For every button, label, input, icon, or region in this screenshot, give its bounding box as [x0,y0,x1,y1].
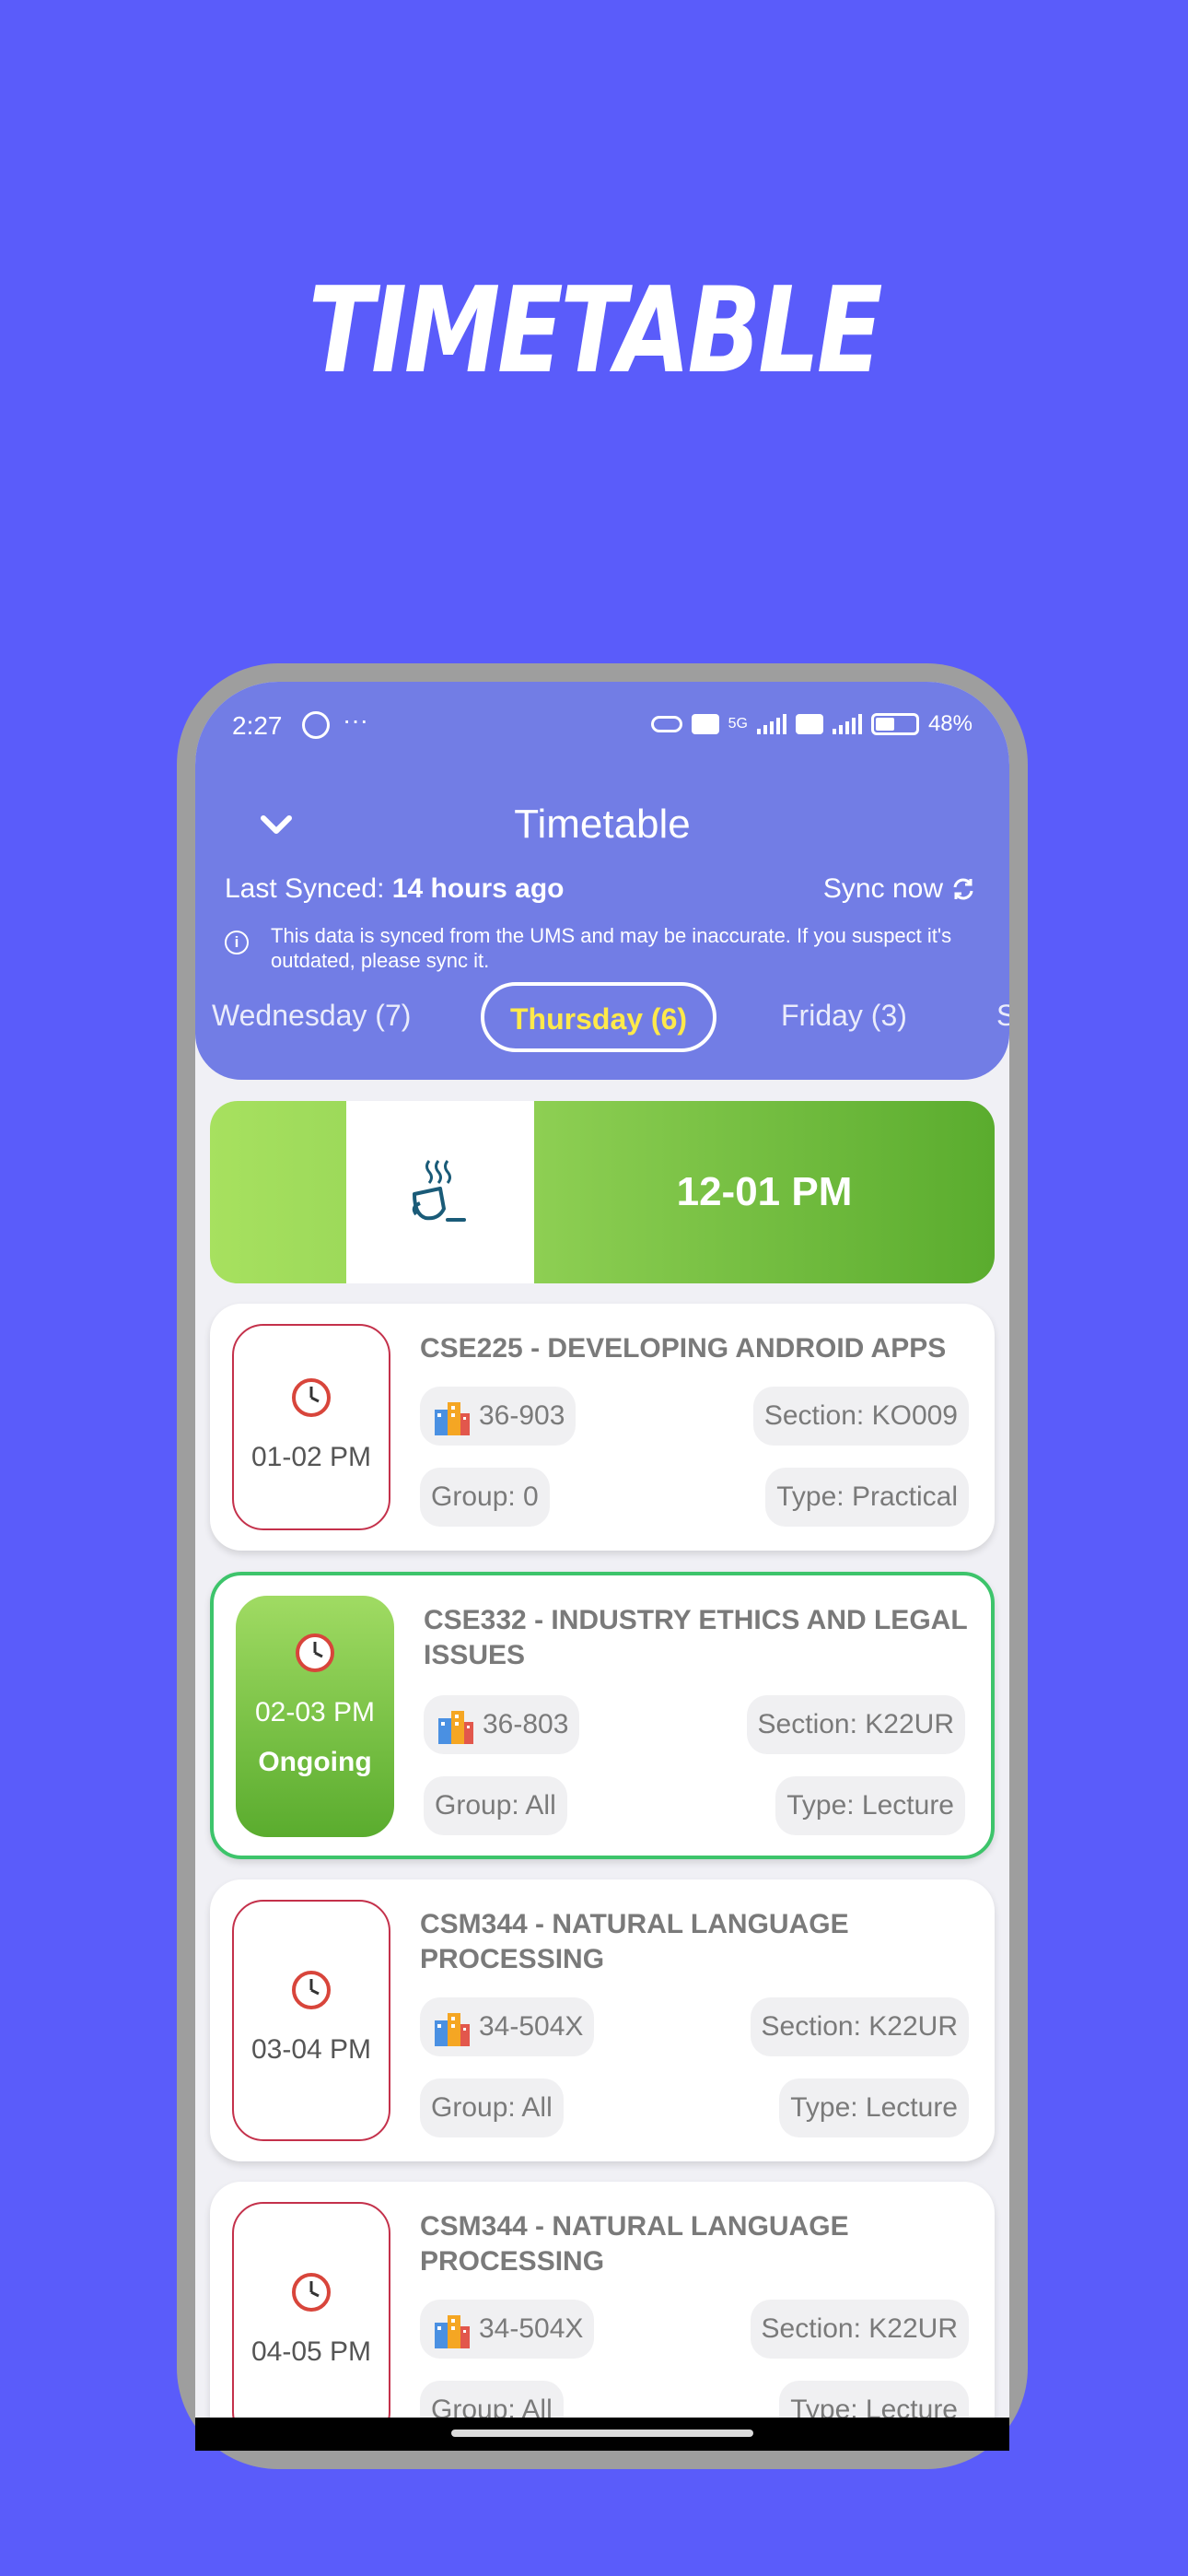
room-chip: 34-504X [420,1997,595,2056]
class-card[interactable]: 03-04 PM CSM344 - NATURAL LANGUAGE PROCE… [210,1879,995,2161]
building-icon [435,2315,470,2349]
tab-wednesday[interactable]: Wednesday (7) [212,982,411,1052]
app-screen: 2:27 ··· 5G 48% Timetable Last Synced: 1… [195,682,1009,2451]
section-chip: Section: KO009 [752,1387,969,1446]
battery-level: 48% [927,711,973,736]
time-box: 01-02 PM [232,1324,390,1530]
coffee-icon [412,1160,466,1222]
room-number: 36-803 [483,1709,569,1739]
building-icon [435,2013,470,2047]
section-chip: Section: K22UR [746,1695,965,1754]
time-box: 02-03 PM Ongoing [236,1596,394,1837]
type-chip: Type: Practical [765,1468,969,1527]
section-chip: Section: K22UR [750,1997,969,2056]
course-title: CSM344 - NATURAL LANGUAGE PROCESSING [420,2211,849,2277]
clock-icon [296,1633,334,1672]
clock-icon [292,1378,331,1417]
type-chip: Type: Lecture [779,2078,969,2137]
day-tabs: Wednesday (7) Thursday (6) Friday (3) S [195,982,1009,1052]
sync-now-button[interactable]: Sync now [823,873,976,905]
clock-icon [292,2273,331,2312]
time-box: 03-04 PM [232,1900,390,2141]
break-time: 12-01 PM [676,1169,853,1214]
building-icon [438,1711,473,1745]
status-bar: 2:27 ··· 5G 48% [232,706,973,743]
home-indicator[interactable] [451,2430,753,2437]
status-icons: 5G 48% [650,711,973,737]
class-card[interactable]: 01-02 PM CSE225 - DEVELOPING ANDROID APP… [210,1304,995,1551]
group-chip: Group: All [420,2078,564,2137]
tab-thursday[interactable]: Thursday (6) [481,982,717,1052]
sync-disclaimer: This data is synced from the UMS and may… [271,924,952,972]
network-type: 5G [728,716,748,732]
signal-icon [756,714,786,734]
last-synced-value: 14 hours ago [391,873,565,904]
signal-icon-2 [832,714,862,734]
break-icon-box [346,1101,534,1283]
tab-saturday[interactable]: S [996,982,1009,1052]
room-chip: 34-504X [420,2300,595,2359]
page-title: Timetable [514,802,691,847]
battery-icon [870,713,919,735]
course-title: CSE332 - INDUSTRY ETHICS AND LEGAL ISSUE… [424,1605,968,1670]
whatsapp-icon [302,711,330,739]
type-chip: Type: Lecture [775,1776,965,1835]
last-synced-label: Last Synced: [225,873,392,904]
group-chip: Group: 0 [420,1468,550,1527]
info-icon: i [225,931,249,954]
last-synced: Last Synced: 14 hours ago [225,873,565,905]
class-card[interactable]: 04-05 PM CSM344 - NATURAL LANGUAGE PROCE… [210,2182,995,2451]
clock-icon [292,1971,331,2009]
promo-title: TIMETABLE [308,263,883,400]
volte-icon [691,714,719,734]
building-icon [435,1402,470,1436]
class-time: 03-04 PM [250,2034,372,2065]
sync-now-label: Sync now [822,873,943,904]
class-time: 01-02 PM [250,1442,372,1472]
tab-friday[interactable]: Friday (3) [781,982,907,1052]
room-number: 34-504X [479,2313,584,2344]
group-chip: Group: All [424,1776,567,1835]
time-box: 04-05 PM [232,2202,390,2443]
refresh-icon [953,878,973,900]
room-chip: 36-803 [424,1695,580,1754]
app-header: 2:27 ··· 5G 48% Timetable Last Synced: 1… [195,682,1009,1080]
more-notifications-icon: ··· [343,706,368,734]
room-chip: 36-903 [420,1387,577,1446]
class-card-ongoing[interactable]: 02-03 PM Ongoing CSE332 - INDUSTRY ETHIC… [210,1572,995,1859]
room-number: 34-504X [479,2011,584,2042]
class-time: 04-05 PM [250,2336,372,2367]
section-chip: Section: K22UR [750,2300,969,2359]
course-title: CSM344 - NATURAL LANGUAGE PROCESSING [420,1909,849,1974]
class-time: 02-03 PM [254,1697,376,1727]
volte-icon-2 [795,714,823,734]
room-number: 36-903 [479,1400,565,1431]
status-time: 2:27 [232,711,283,740]
course-title: CSE225 - DEVELOPING ANDROID APPS [420,1333,947,1364]
hotspot-icon [650,716,682,732]
break-slot-card[interactable]: 12-01 PM [210,1101,995,1283]
ongoing-badge: Ongoing [258,1747,372,1777]
